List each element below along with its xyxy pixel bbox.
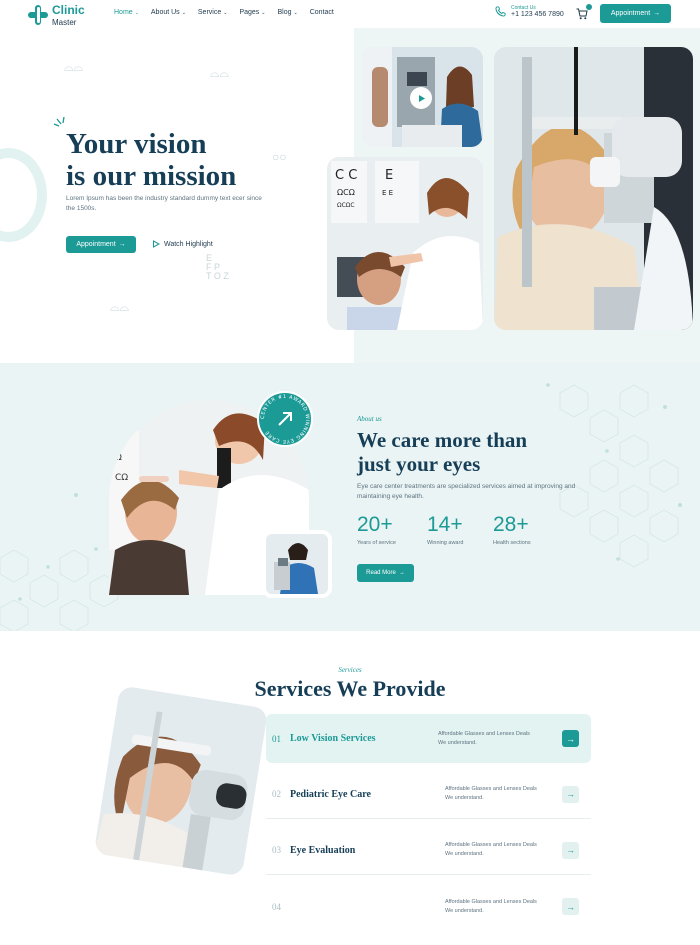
contact-phone: +1 123 456 7890: [511, 11, 564, 18]
services-kicker: Services: [338, 666, 362, 674]
cart-icon[interactable]: [576, 4, 592, 20]
appointment-button[interactable]: Appointment →: [600, 4, 671, 23]
stat-sections: 28+ Health sections: [493, 513, 531, 547]
arrow-right-icon[interactable]: →: [562, 730, 579, 747]
services-title: Services We Provide: [254, 676, 446, 701]
read-more-button[interactable]: Read More →: [357, 564, 414, 582]
nav-item-about[interactable]: About Us ⌄: [151, 9, 186, 16]
service-description: Affordable Glasses and Lenses Deals We u…: [445, 898, 537, 914]
eye-chart-icon: EF PT O Z: [206, 253, 229, 281]
chevron-down-icon: ⌄: [293, 9, 298, 16]
chevron-down-icon: ⌄: [261, 9, 266, 16]
service-name: Eye Evaluation: [290, 844, 356, 856]
services-photo: [93, 685, 269, 877]
logo-icon: [28, 5, 48, 25]
arrow-right-icon[interactable]: →: [562, 785, 579, 803]
service-description: Affordable Glasses and Lenses Deals We u…: [438, 730, 530, 746]
about-kicker: About us: [357, 415, 382, 423]
play-icon: [418, 94, 425, 102]
logo-name: Clinic: [52, 3, 85, 17]
glasses-icon: ⌓⌓: [210, 66, 229, 80]
glasses-icon: ⌓⌓: [110, 300, 129, 314]
service-row[interactable]: 03 Eye Evaluation Affordable Glasses and…: [266, 826, 591, 875]
service-row[interactable]: 02 Pediatric Eye Care Affordable Glasses…: [266, 770, 591, 819]
service-row[interactable]: 01 Low Vision Services Affordable Glasse…: [266, 714, 591, 763]
glasses-icon: ⌓⌓: [64, 60, 83, 74]
service-name: Low Vision Services: [290, 733, 376, 744]
svg-text:ΩCΩC: ΩCΩC: [337, 202, 355, 209]
hero-subtitle: Lorem Ipsum has been the industry standa…: [66, 195, 262, 212]
watch-highlight-link[interactable]: Watch Highlight: [152, 240, 213, 248]
chevron-down-icon: ⌄: [181, 9, 186, 16]
main-menu: Home ⌄ About Us ⌄ Service ⌄ Pages ⌄ Blog ⌄ Co…: [114, 9, 334, 16]
hero-appointment-button[interactable]: Appointment →: [66, 236, 136, 253]
chevron-down-icon: ⌄: [134, 9, 139, 16]
about-description: Eye care center treatments are specializ…: [357, 483, 576, 500]
about-section: [0, 363, 700, 631]
hero-photo-eye-drops: C C ΩCΩ ΩCΩC E E E: [327, 157, 483, 330]
nav-item-home[interactable]: Home ⌄: [114, 9, 139, 16]
logo-tagline: Master: [52, 18, 77, 27]
play-icon: [153, 240, 160, 248]
chevron-down-icon: ⌄: [223, 9, 228, 16]
page: Clinic Master Home ⌄ About Us ⌄ Service ⌄ P…: [0, 0, 700, 945]
about-title: We care more than just your eyes: [357, 428, 528, 476]
hero-photo-slit-lamp: [494, 47, 693, 330]
award-badge[interactable]: CENTER #1 AWARD WINNING EYE CARE: [257, 391, 313, 447]
arrow-right-icon: →: [118, 241, 126, 248]
top-nav: Clinic Master Home ⌄ About Us ⌄ Service ⌄ P…: [0, 0, 700, 28]
svg-text:C C: C C: [335, 168, 357, 183]
svg-text:ΩCΩ: ΩCΩ: [337, 188, 355, 197]
arrow-right-icon[interactable]: →: [562, 841, 579, 859]
nav-item-service[interactable]: Service ⌄: [198, 9, 228, 16]
hex-pattern: [0, 383, 682, 631]
service-name: Pediatric Eye Care: [290, 788, 371, 800]
arrow-right-icon: →: [398, 570, 405, 576]
about-small-photo: [262, 530, 332, 598]
stat-awards: 14+ Winning award: [427, 513, 464, 547]
service-description: Affordable Glasses and Lenses Deals We u…: [445, 786, 537, 801]
svg-text:CΩ: CΩ: [115, 473, 128, 483]
nav-item-blog[interactable]: Blog ⌄: [278, 9, 298, 16]
phone-icon: [495, 6, 506, 17]
stat-years: 20+ Years of service: [357, 513, 396, 547]
arrow-right-icon: →: [653, 10, 661, 17]
cart-badge: [586, 4, 592, 10]
play-video-button[interactable]: [410, 87, 432, 109]
hero-title: Your vision is our mission: [66, 128, 237, 192]
svg-text:E: E: [385, 168, 393, 183]
logo[interactable]: Clinic Master: [28, 3, 85, 27]
contact-info[interactable]: Contact Us +1 123 456 7890: [495, 5, 564, 18]
nav-item-pages[interactable]: Pages ⌄: [239, 9, 265, 16]
service-description: Affordable Glasses and Lenses Deals We u…: [445, 842, 537, 857]
arrow-right-icon[interactable]: →: [562, 898, 579, 915]
svg-text:E E: E E: [382, 189, 393, 197]
service-row[interactable]: 04 Affordable Glasses and Lenses Deals W…: [266, 882, 591, 931]
nav-item-contact[interactable]: Contact: [310, 9, 334, 16]
